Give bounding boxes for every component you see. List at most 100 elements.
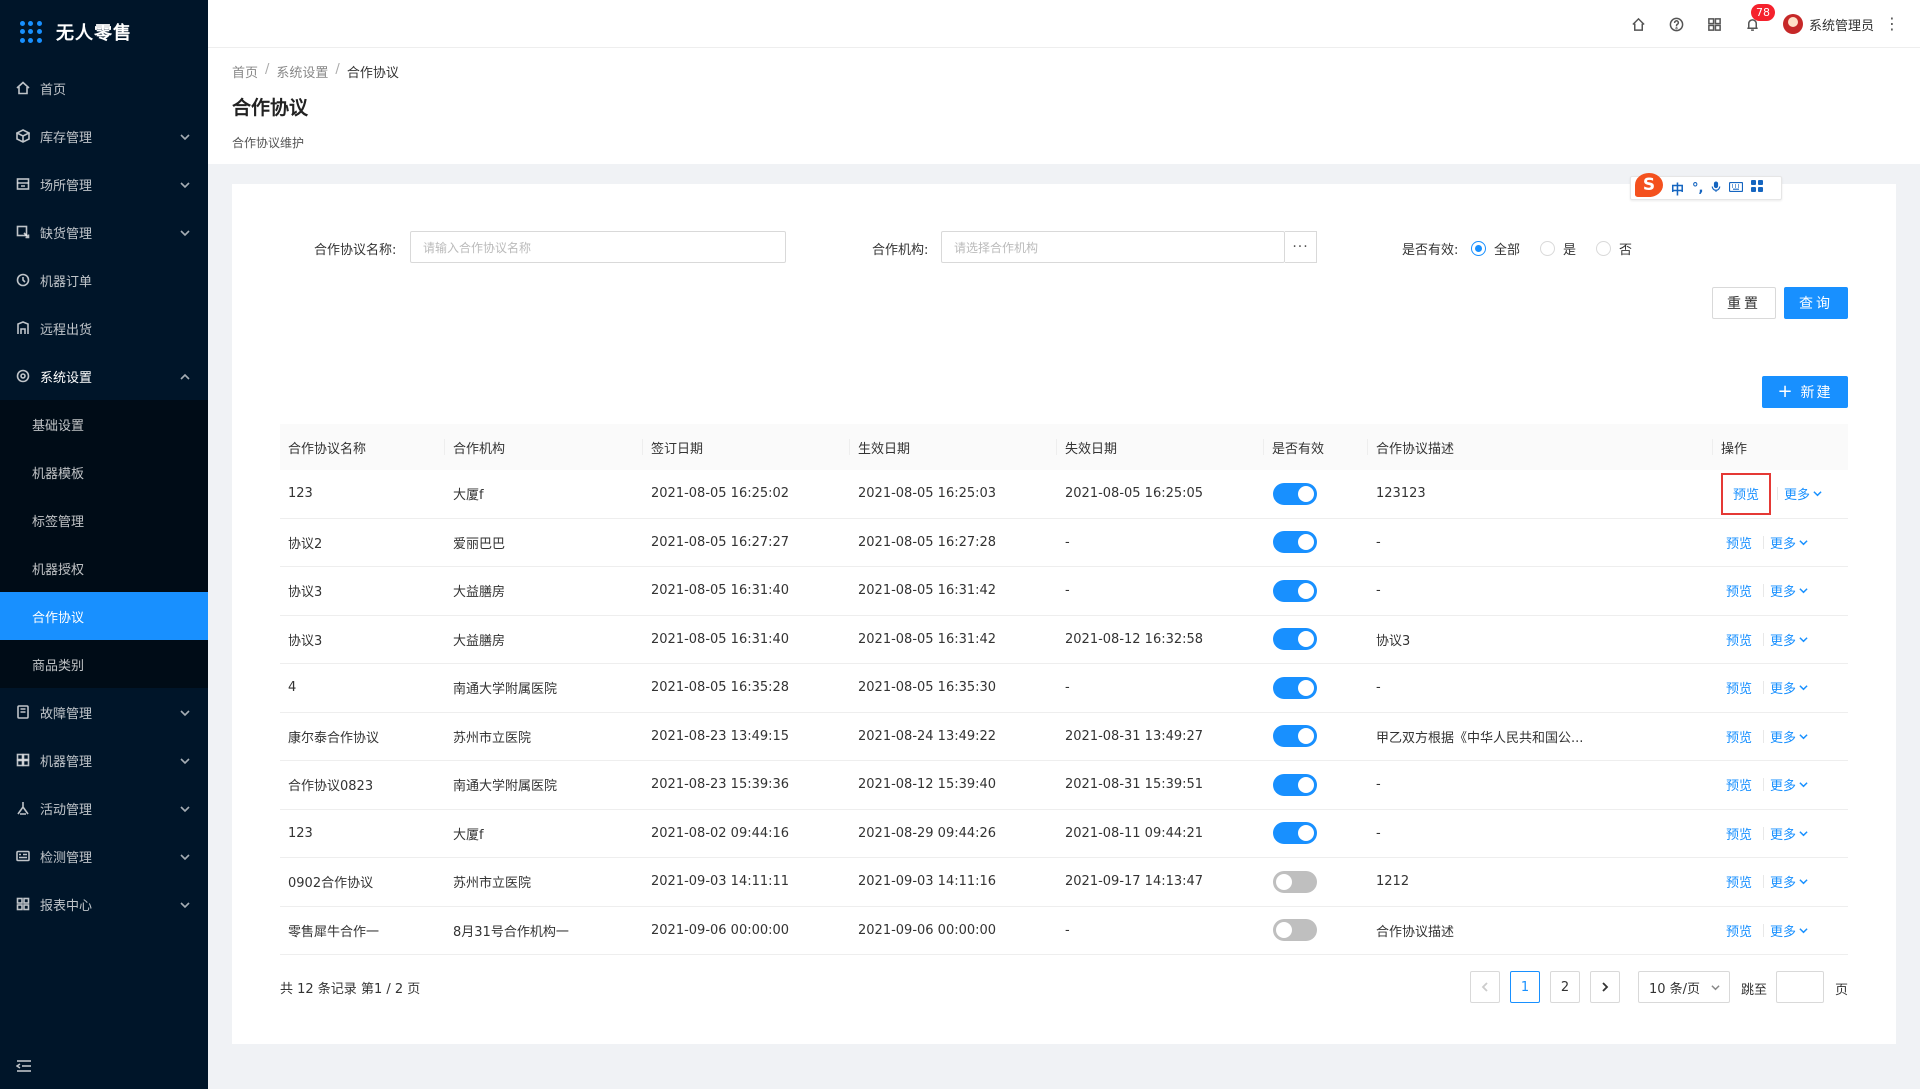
valid-toggle[interactable]	[1273, 822, 1317, 845]
sidebar-item-5[interactable]: 远程出货	[0, 304, 208, 352]
sidebar-item-10[interactable]: 检测管理	[0, 832, 208, 880]
sidebar-subitem-1[interactable]: 机器模板	[0, 448, 208, 496]
agreement-name-input[interactable]: 请输入合作协议名称	[410, 231, 786, 263]
sidebar-item-9[interactable]: 活动管理	[0, 784, 208, 832]
help-icon[interactable]	[1669, 16, 1685, 32]
settings-icon	[16, 369, 30, 383]
pagination-summary: 共 12 条记录 第1 / 2 页	[280, 982, 421, 997]
apps-icon[interactable]	[1707, 16, 1723, 32]
cell-valid	[1264, 822, 1368, 845]
organization-picker-button[interactable]: ···	[1285, 231, 1317, 263]
app-logo[interactable]: 无人零售	[0, 0, 208, 64]
cell-expiry-date: -	[1065, 583, 1070, 599]
radio-yes[interactable]: 是	[1540, 239, 1576, 258]
radio-all[interactable]: 全部	[1471, 239, 1520, 258]
jump-page-input[interactable]	[1776, 971, 1824, 1003]
page-suffix-label: 页	[1835, 983, 1849, 998]
more-actions-dropdown[interactable]: 更多	[1770, 921, 1808, 940]
page-2-button[interactable]: 2	[1550, 971, 1580, 1003]
valid-toggle[interactable]	[1273, 870, 1317, 893]
more-actions-dropdown[interactable]: 更多	[1770, 872, 1808, 891]
more-actions-dropdown[interactable]: 更多	[1770, 630, 1808, 649]
cell-signed-date: 2021-08-02 09:44:16	[651, 825, 790, 841]
cell-description: -	[1376, 777, 1381, 793]
sidebar-item-1[interactable]: 库存管理	[0, 112, 208, 160]
home-icon[interactable]	[1631, 16, 1647, 32]
valid-toggle[interactable]	[1273, 531, 1317, 554]
valid-toggle[interactable]	[1273, 482, 1317, 505]
bell-icon[interactable]: 78	[1745, 4, 1775, 32]
more-actions-dropdown[interactable]: 更多	[1784, 484, 1822, 503]
preview-link[interactable]: 预览	[1721, 529, 1757, 555]
cell-effective-date: 2021-08-24 13:49:22	[858, 728, 997, 744]
preview-link[interactable]: 预览	[1721, 772, 1757, 798]
sidebar-subitem-5[interactable]: 商品类别	[0, 640, 208, 688]
microphone-icon[interactable]	[1711, 180, 1721, 197]
sidebar-item-7[interactable]: 故障管理	[0, 688, 208, 736]
table-row: 合作协议0823 南通大学附属医院 2021-08-23 15:39:36 2021-…	[280, 761, 1848, 810]
more-actions-dropdown[interactable]: 更多	[1770, 533, 1808, 552]
preview-link[interactable]: 预览	[1721, 472, 1772, 515]
page-header: 首页 / 系统设置 / 合作协议 合作协议 合作协议维护	[208, 48, 1920, 164]
query-button[interactable]: 查询	[1784, 287, 1848, 319]
sidebar-subitem-0[interactable]: 基础设置	[0, 400, 208, 448]
cell-signed-date: 2021-08-05 16:35:28	[651, 680, 790, 696]
sidebar-item-3[interactable]: 缺货管理	[0, 208, 208, 256]
sidebar-item-6[interactable]: 系统设置	[0, 352, 208, 400]
user-menu[interactable]: 系统管理员	[1782, 14, 1874, 34]
preview-link[interactable]: 预览	[1721, 820, 1757, 846]
venue-icon	[16, 177, 30, 191]
more-actions-dropdown[interactable]: 更多	[1770, 678, 1808, 697]
ime-language[interactable]: 中	[1671, 179, 1684, 198]
preview-link[interactable]: 预览	[1721, 578, 1757, 604]
sidebar-subitem-3[interactable]: 机器授权	[0, 544, 208, 592]
more-actions-dropdown[interactable]: 更多	[1770, 824, 1808, 843]
more-actions-dropdown[interactable]: 更多	[1770, 775, 1808, 794]
preview-link[interactable]: 预览	[1721, 869, 1757, 895]
radio-no[interactable]: 否	[1596, 239, 1632, 258]
remote-icon	[16, 321, 30, 335]
sogou-logo-icon: S	[1635, 173, 1663, 197]
valid-toggle[interactable]	[1273, 773, 1317, 796]
reset-button[interactable]: 重置	[1712, 287, 1776, 319]
page-1-button[interactable]: 1	[1510, 971, 1540, 1003]
sidebar-item-11[interactable]: 报表中心	[0, 880, 208, 928]
sidebar-item-label: 缺货管理	[40, 226, 93, 242]
preview-link[interactable]: 预览	[1721, 917, 1757, 943]
more-vertical-icon[interactable]: ⋮	[1884, 16, 1900, 32]
sidebar: 无人零售 首页 库存管理 场所管理缺货管理机器订单 远程出货 系统设置 基础设置 机器模板标…	[0, 0, 208, 1089]
keyboard-icon[interactable]	[1729, 181, 1744, 196]
valid-toggle[interactable]	[1273, 919, 1317, 942]
cell-valid	[1264, 676, 1368, 699]
next-page-button[interactable]	[1590, 971, 1620, 1003]
valid-toggle[interactable]	[1273, 676, 1317, 699]
sidebar-item-0[interactable]: 首页	[0, 64, 208, 112]
table-row: 0902合作协议 苏州市立医院 2021-09-03 14:11:11 2021-09…	[280, 858, 1848, 907]
sidebar-item-4[interactable]: 机器订单	[0, 256, 208, 304]
breadcrumb-home[interactable]: 首页	[232, 62, 258, 81]
more-actions-dropdown[interactable]: 更多	[1770, 727, 1808, 746]
sidebar-item-2[interactable]: 场所管理	[0, 160, 208, 208]
preview-link[interactable]: 预览	[1721, 626, 1757, 652]
valid-toggle[interactable]	[1273, 725, 1317, 748]
ime-toolbox-icon[interactable]	[1751, 180, 1764, 196]
more-actions-dropdown[interactable]: 更多	[1770, 581, 1808, 600]
order-icon	[16, 273, 30, 287]
new-button[interactable]: + 新建	[1762, 376, 1848, 408]
page-size-select[interactable]: 10 条/页	[1638, 971, 1730, 1003]
sidebar-subitem-4[interactable]: 合作协议	[0, 592, 208, 640]
sidebar-item-8[interactable]: 机器管理	[0, 736, 208, 784]
ime-punctuation[interactable]: °,	[1692, 181, 1703, 196]
preview-link[interactable]: 预览	[1721, 723, 1757, 749]
valid-toggle[interactable]	[1273, 628, 1317, 651]
sidebar-subitem-2[interactable]: 标签管理	[0, 496, 208, 544]
preview-link[interactable]: 预览	[1721, 675, 1757, 701]
prev-page-button[interactable]	[1470, 971, 1500, 1003]
menu-fold-icon[interactable]	[15, 1059, 32, 1073]
organization-select-input[interactable]: 请选择合作机构	[941, 231, 1285, 263]
cell-name: 4	[288, 680, 297, 696]
breadcrumb-system-settings[interactable]: 系统设置	[276, 62, 328, 81]
machine-icon	[16, 753, 30, 767]
valid-toggle[interactable]	[1273, 579, 1317, 602]
ime-toolbar[interactable]: S 中 °,	[1630, 173, 1782, 200]
